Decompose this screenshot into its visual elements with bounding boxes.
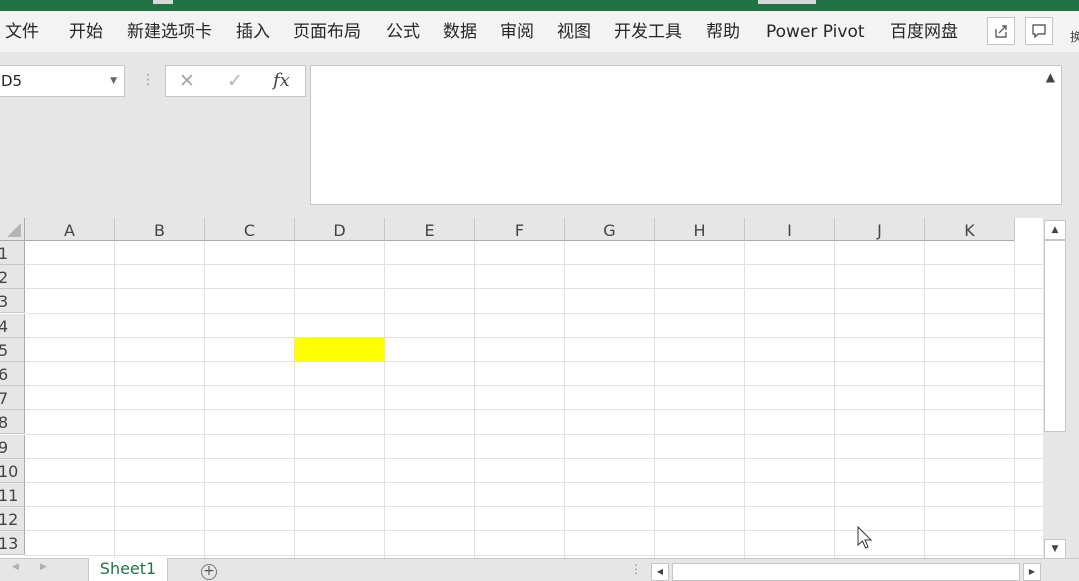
column-header-d[interactable]: D xyxy=(295,218,385,241)
name-box[interactable]: D5 ▼ xyxy=(0,65,125,97)
tab-data[interactable]: 数据 xyxy=(443,21,477,43)
chevron-down-icon[interactable]: ▼ xyxy=(110,76,117,86)
tab-help[interactable]: 帮助 xyxy=(706,21,740,43)
quick-access-icon[interactable] xyxy=(153,0,173,4)
row-header-7[interactable]: 7 xyxy=(0,386,25,410)
sheet-prev-icon[interactable]: ◀ xyxy=(12,562,19,572)
column-header-e[interactable]: E xyxy=(385,218,475,241)
select-all-button[interactable] xyxy=(0,218,25,241)
tab-power-pivot[interactable]: Power Pivot xyxy=(766,21,865,43)
add-sheet-button[interactable]: + xyxy=(201,564,217,580)
scroll-down-button[interactable]: ▼ xyxy=(1044,539,1066,559)
column-header-a[interactable]: A xyxy=(25,218,115,241)
grid-row-line xyxy=(25,506,1043,507)
worksheet-grid[interactable]: ABCDEFGHIJK12345678910111213 xyxy=(0,218,1043,558)
tab-new-tab[interactable]: 新建选项卡 xyxy=(127,21,212,43)
tab-home[interactable]: 开始 xyxy=(69,21,103,43)
grid-row-line xyxy=(25,409,1043,410)
cancel-icon[interactable]: ✕ xyxy=(179,70,195,92)
ribbon-tab-bar: 文件 开始 新建选项卡 插入 页面布局 公式 数据 审阅 视图 开发工具 帮助 … xyxy=(0,11,1079,108)
mouse-pointer-icon xyxy=(857,526,873,549)
tab-page-layout[interactable]: 页面布局 xyxy=(293,21,361,43)
column-header-h[interactable]: H xyxy=(655,218,745,241)
tab-split-handle[interactable]: ⋮ xyxy=(630,562,642,576)
grid-row-line xyxy=(25,361,1043,362)
row-header-1[interactable]: 1 xyxy=(0,241,25,265)
side-panel-char: 换 xyxy=(1070,30,1079,44)
row-header-10[interactable]: 10 xyxy=(0,459,25,483)
grid-row-line xyxy=(25,555,1043,556)
row-header-6[interactable]: 6 xyxy=(0,362,25,386)
grid-row-line xyxy=(25,434,1043,435)
row-header-9[interactable]: 9 xyxy=(0,435,25,459)
tab-formulas[interactable]: 公式 xyxy=(386,21,420,43)
column-header-j[interactable]: J xyxy=(835,218,925,241)
tab-developer[interactable]: 开发工具 xyxy=(614,21,682,43)
tab-view[interactable]: 视图 xyxy=(557,21,591,43)
collapse-formula-bar-icon[interactable]: ▲ xyxy=(1046,70,1055,84)
horizontal-scroll-thumb[interactable] xyxy=(672,563,1020,581)
vertical-scroll-thumb[interactable] xyxy=(1044,240,1066,432)
column-header-c[interactable]: C xyxy=(205,218,295,241)
grid-row-line xyxy=(25,264,1043,265)
column-header-f[interactable]: F xyxy=(475,218,565,241)
row-header-13[interactable]: 13 xyxy=(0,531,25,555)
sheet-tab-sheet1[interactable]: Sheet1 xyxy=(88,558,168,581)
formula-bar-area: D5 ▼ ⋮ ✕ ✓ fx ▲ xyxy=(0,52,1079,218)
column-header-k[interactable]: K xyxy=(925,218,1015,241)
row-header-3[interactable]: 3 xyxy=(0,289,25,313)
grid-row-line xyxy=(25,385,1043,386)
grid-row-line xyxy=(25,288,1043,289)
column-header-i[interactable]: I xyxy=(745,218,835,241)
vertical-scrollbar[interactable]: ▲ ▼ xyxy=(1043,218,1069,560)
row-header-5[interactable]: 5 xyxy=(0,338,25,362)
grid-row-line xyxy=(25,337,1043,338)
comments-button[interactable] xyxy=(1025,17,1053,45)
cell-d5[interactable] xyxy=(295,338,385,362)
column-header-g[interactable]: G xyxy=(565,218,655,241)
scroll-up-button[interactable]: ▲ xyxy=(1044,220,1066,240)
name-box-value: D5 xyxy=(1,72,23,90)
comment-icon xyxy=(1032,24,1046,39)
tab-baidu-netdisk[interactable]: 百度网盘 xyxy=(890,21,958,43)
sheet-next-icon[interactable]: ▶ xyxy=(40,562,47,572)
tab-file[interactable]: 文件 xyxy=(5,21,39,43)
insert-function-button[interactable]: fx xyxy=(273,70,290,91)
tab-insert[interactable]: 插入 xyxy=(236,21,270,43)
scroll-left-button[interactable]: ◀ xyxy=(651,563,669,581)
row-header-2[interactable]: 2 xyxy=(0,265,25,289)
title-bar xyxy=(0,0,1079,11)
grid-row-line xyxy=(25,313,1043,314)
enter-icon[interactable]: ✓ xyxy=(227,70,243,92)
row-header-11[interactable]: 11 xyxy=(0,483,25,507)
share-icon xyxy=(995,25,1007,38)
row-header-4[interactable]: 4 xyxy=(0,314,25,338)
scroll-right-button[interactable]: ▶ xyxy=(1023,563,1041,581)
formula-input[interactable]: ▲ xyxy=(310,65,1062,205)
drag-handle-icon[interactable]: ⋮ xyxy=(141,72,155,88)
row-header-8[interactable]: 8 xyxy=(0,410,25,434)
tab-review[interactable]: 审阅 xyxy=(500,21,534,43)
grid-row-line xyxy=(25,458,1043,459)
grid-row-line xyxy=(25,530,1043,531)
grid-row-line xyxy=(25,482,1043,483)
title-bar-control[interactable] xyxy=(758,0,816,4)
row-header-12[interactable]: 12 xyxy=(0,507,25,531)
formula-buttons: ✕ ✓ fx xyxy=(165,65,306,97)
share-button[interactable] xyxy=(987,17,1015,45)
column-header-b[interactable]: B xyxy=(115,218,205,241)
sheet-tab-bar: ◀ ▶ Sheet1 + ⋮ ◀ ▶ xyxy=(0,558,1079,581)
